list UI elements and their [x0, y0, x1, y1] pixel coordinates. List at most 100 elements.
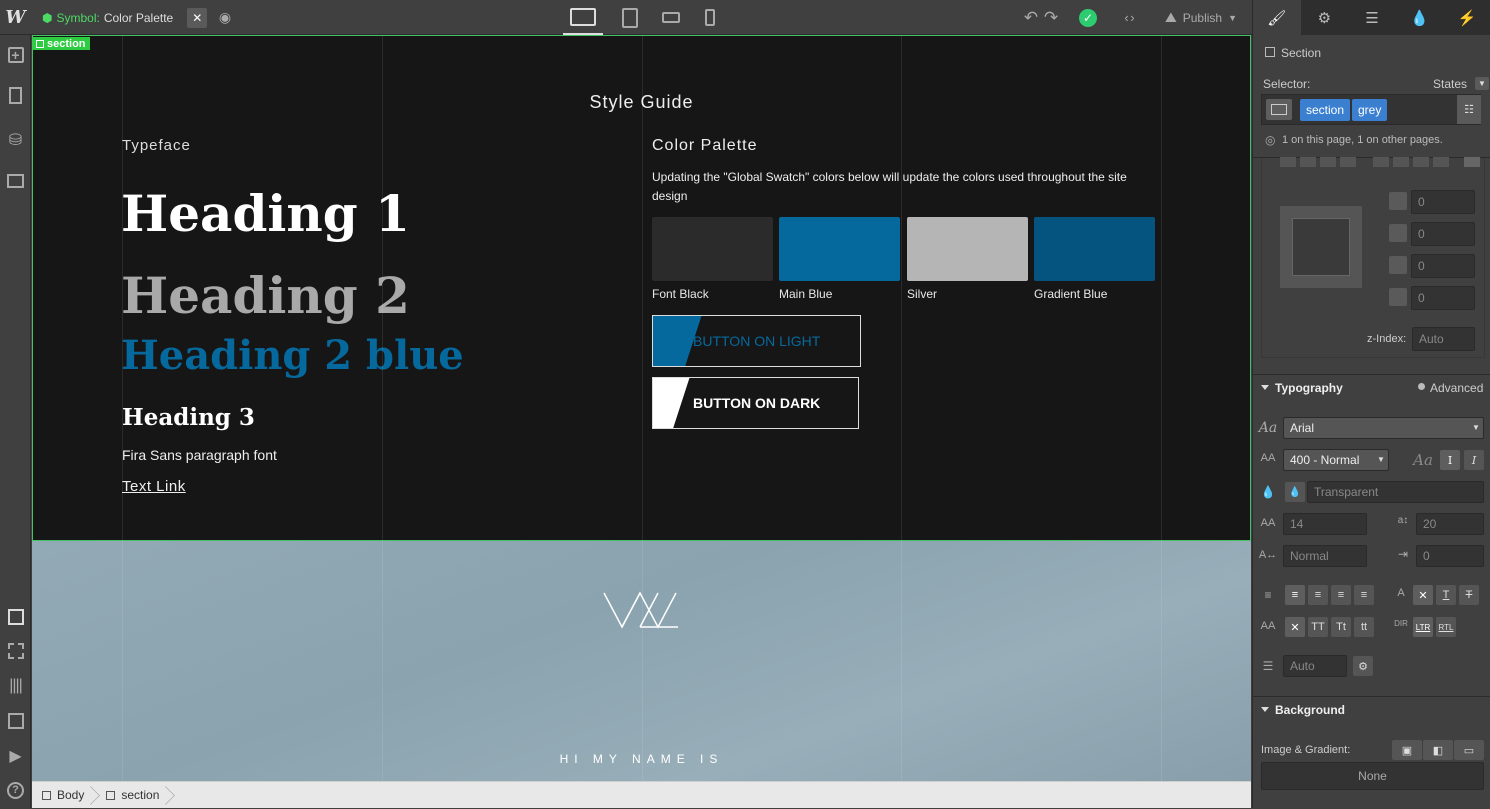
desktop-view-button[interactable]: [563, 0, 603, 35]
swatch-font-black[interactable]: [652, 217, 773, 281]
spacing-left-input[interactable]: 0: [1411, 222, 1475, 246]
grid-line: [1161, 35, 1162, 781]
swatch-gradient-blue[interactable]: [1034, 217, 1155, 281]
text-color-input[interactable]: Transparent: [1307, 481, 1484, 503]
xray-grid-icon[interactable]: ||||: [0, 671, 31, 701]
background-section-header[interactable]: Background: [1253, 696, 1490, 722]
swatch-silver[interactable]: [907, 217, 1028, 281]
collapse-triangle-icon: [1261, 707, 1269, 712]
text-indent-input[interactable]: 0: [1416, 545, 1484, 567]
states-dropdown-icon[interactable]: ▼: [1475, 77, 1489, 90]
symbol-tab[interactable]: ⬢ Symbol: Color Palette ✕: [32, 0, 208, 35]
add-element-icon[interactable]: +: [0, 40, 31, 70]
swatch-label: Font Black: [652, 287, 709, 301]
case-capitalize-button[interactable]: Tt: [1331, 617, 1351, 637]
zindex-label: z-Index:: [1367, 333, 1407, 345]
mobile-landscape-view-button[interactable]: [651, 0, 691, 35]
preview-eye-icon[interactable]: ◉: [216, 0, 234, 35]
add-image-icon[interactable]: ▣: [1392, 740, 1422, 760]
text-case-icon: AA: [1260, 620, 1276, 632]
font-family-select[interactable]: Arial: [1283, 417, 1484, 439]
show-element-edges-icon[interactable]: [0, 636, 31, 666]
direction-ltr-button[interactable]: LTR: [1413, 617, 1433, 637]
swatches-drops-icon[interactable]: 💧: [1396, 0, 1444, 35]
background-layers-list[interactable]: None: [1261, 762, 1484, 790]
font-style-italic-button[interactable]: I: [1464, 450, 1484, 470]
margin-bottom-icon: [1389, 288, 1407, 306]
interactions-bolt-icon[interactable]: ⚡: [1443, 0, 1490, 35]
selector-menu-icon[interactable]: ☷: [1457, 95, 1481, 124]
video-tutorials-icon[interactable]: ▶: [0, 741, 31, 771]
chevron-down-icon: ▼: [1377, 455, 1385, 464]
button-on-dark-label: BUTTON ON DARK: [693, 395, 821, 411]
navigator-icon[interactable]: ☰: [1348, 0, 1396, 35]
saved-status-icon[interactable]: ✓: [1076, 0, 1100, 35]
publish-icon: ⛰: [1164, 9, 1177, 25]
design-canvas[interactable]: section Style Guide Typeface Heading 1 H…: [32, 35, 1251, 781]
direction-rtl-button[interactable]: RTL: [1436, 617, 1456, 637]
breadcrumb: Body section: [32, 781, 1251, 808]
states-label[interactable]: States: [1433, 77, 1467, 91]
mobile-landscape-icon: [662, 12, 680, 23]
help-icon[interactable]: ?: [0, 775, 31, 805]
left-toolbar: + ⛁ |||| ▶ ?: [0, 35, 31, 808]
spacing-right-input[interactable]: 0: [1411, 254, 1475, 278]
class-tag-grey[interactable]: grey: [1352, 99, 1388, 121]
add-color-overlay-icon[interactable]: ▭: [1454, 740, 1484, 760]
font-weight-select[interactable]: 400 - Normal: [1283, 449, 1389, 471]
style-brush-icon[interactable]: 🖌: [1253, 0, 1301, 35]
font-size-icon: AA: [1260, 517, 1276, 529]
text-link[interactable]: Text Link: [122, 478, 186, 495]
line-height-input[interactable]: 20: [1416, 513, 1484, 535]
preview-layout-icon[interactable]: [0, 706, 31, 736]
margin-right-icon: [1389, 256, 1407, 274]
case-uppercase-button[interactable]: TT: [1308, 617, 1328, 637]
assets-icon[interactable]: [0, 166, 31, 196]
breadcrumb-section[interactable]: section: [96, 782, 171, 809]
close-symbol-button[interactable]: ✕: [187, 7, 208, 28]
letter-spacing-input[interactable]: Normal: [1283, 545, 1367, 567]
selector-element-icon: [1266, 99, 1292, 120]
font-size-input[interactable]: 14: [1283, 513, 1367, 535]
cms-database-icon[interactable]: ⛁: [0, 125, 31, 155]
align-left-button[interactable]: ≡: [1285, 585, 1305, 605]
selector-field[interactable]: section grey: [1261, 94, 1481, 125]
tablet-view-button[interactable]: [610, 0, 650, 35]
align-right-button[interactable]: ≡: [1331, 585, 1351, 605]
button-on-light[interactable]: BUTTON ON LIGHT: [652, 315, 861, 367]
undo-icon[interactable]: ↶: [1020, 0, 1042, 35]
case-lowercase-button[interactable]: tt: [1354, 617, 1374, 637]
zindex-input[interactable]: Auto: [1412, 327, 1475, 351]
font-weight-icon: AA: [1260, 452, 1276, 464]
publish-button[interactable]: ⛰ Publish ▼: [1156, 0, 1246, 35]
mobile-portrait-view-button[interactable]: [690, 0, 730, 35]
columns-input[interactable]: Auto: [1283, 655, 1347, 677]
swatch-main-blue[interactable]: [779, 217, 900, 281]
decoration-none-button[interactable]: ✕: [1413, 585, 1433, 605]
case-none-button[interactable]: ✕: [1285, 617, 1305, 637]
add-gradient-icon[interactable]: ◧: [1423, 740, 1453, 760]
advanced-label[interactable]: Advanced: [1430, 381, 1483, 395]
class-tag-section[interactable]: section: [1300, 99, 1351, 121]
selector-tool-icon[interactable]: [0, 602, 31, 632]
align-justify-button[interactable]: ≡: [1354, 585, 1374, 605]
decoration-underline-button[interactable]: T: [1436, 585, 1456, 605]
spacing-top-input[interactable]: 0: [1411, 190, 1475, 214]
breadcrumb-body[interactable]: Body: [32, 782, 96, 809]
button-on-dark[interactable]: BUTTON ON DARK: [652, 377, 859, 429]
font-style-normal-button[interactable]: I: [1440, 450, 1460, 470]
advanced-toggle-icon[interactable]: [1418, 383, 1425, 390]
align-center-button[interactable]: ≡: [1308, 585, 1328, 605]
columns-settings-gear-icon[interactable]: ⚙: [1353, 656, 1373, 676]
pages-icon[interactable]: [0, 80, 31, 110]
decoration-strike-button[interactable]: T: [1459, 585, 1479, 605]
code-export-icon[interactable]: ‹ ›: [1114, 0, 1144, 35]
settings-gear-icon[interactable]: ⚙: [1301, 0, 1349, 35]
webflow-logo[interactable]: W: [0, 0, 31, 35]
spacing-bottom-input[interactable]: 0: [1411, 286, 1475, 310]
color-swatch-picker[interactable]: 💧: [1285, 482, 1305, 502]
font-style-icon: Aa: [1413, 451, 1433, 469]
redo-icon[interactable]: ↷: [1040, 0, 1062, 35]
mobile-portrait-icon: [705, 9, 715, 26]
box-model-widget[interactable]: [1280, 206, 1362, 288]
